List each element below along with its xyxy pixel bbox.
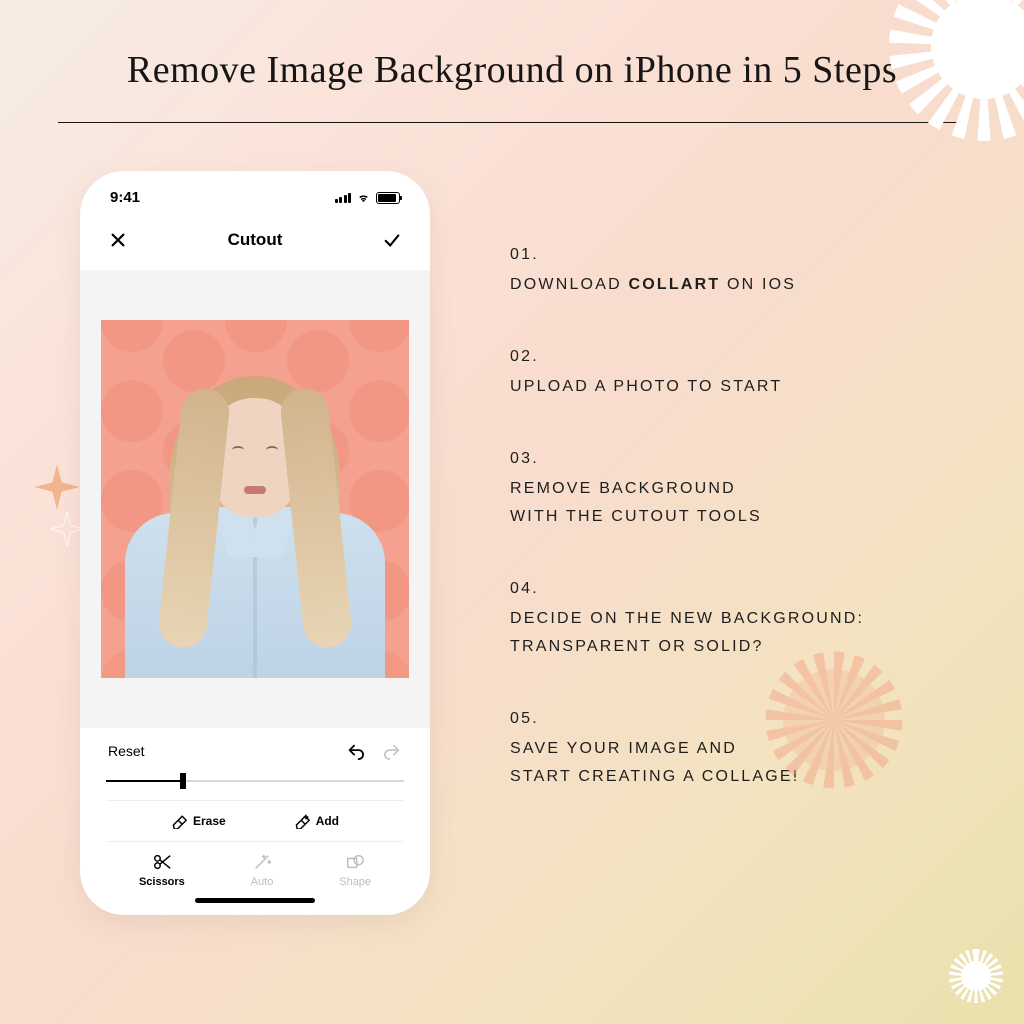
tab-scissors[interactable]: Scissors — [139, 852, 185, 888]
erase-label: Erase — [193, 814, 226, 828]
photo-preview — [101, 320, 409, 678]
tab-auto[interactable]: Auto — [251, 852, 274, 888]
step-03: 03. REMOVE BACKGROUND WITH THE CUTOUT TO… — [510, 445, 966, 531]
magic-wand-icon — [252, 852, 272, 872]
close-icon — [109, 231, 127, 249]
reset-button[interactable]: Reset — [108, 743, 145, 759]
scissors-icon — [152, 852, 172, 872]
decor-sunburst-bottom-right — [956, 956, 996, 996]
screen-title: Cutout — [228, 230, 283, 250]
check-icon — [383, 231, 401, 249]
step-02: 02. UPLOAD A PHOTO TO START — [510, 343, 966, 401]
eraser-icon — [171, 813, 187, 829]
battery-icon — [376, 192, 400, 204]
step-05: 05. SAVE YOUR IMAGE AND START CREATING A… — [510, 705, 966, 791]
brush-size-slider[interactable] — [106, 772, 404, 790]
undo-icon[interactable] — [346, 742, 364, 760]
add-tool[interactable]: Add — [294, 813, 339, 829]
add-label: Add — [316, 814, 339, 828]
tab-scissors-label: Scissors — [139, 876, 185, 888]
tab-shape[interactable]: Shape — [339, 852, 371, 888]
cellular-icon — [335, 192, 352, 203]
slider-thumb[interactable] — [180, 773, 186, 789]
slider-fill — [106, 780, 183, 782]
tab-shape-label: Shape — [339, 876, 371, 888]
redo-icon[interactable] — [384, 742, 402, 760]
phone-mockup: 9:41 Cutout — [80, 171, 430, 915]
shape-icon — [345, 852, 365, 872]
step-01: 01. DOWNLOAD COLLART ON IOS — [510, 241, 966, 299]
status-bar: 9:41 — [96, 185, 414, 212]
page-title: Remove Image Background on iPhone in 5 S… — [0, 0, 1024, 92]
step-04: 04. DECIDE ON THE NEW BACKGROUND: TRANSP… — [510, 575, 966, 661]
erase-tool[interactable]: Erase — [171, 813, 226, 829]
status-time: 9:41 — [110, 189, 140, 206]
tab-auto-label: Auto — [251, 876, 274, 888]
editor-canvas[interactable] — [80, 270, 430, 728]
confirm-button[interactable] — [382, 230, 402, 250]
steps-list: 01. DOWNLOAD COLLART ON IOS 02. UPLOAD A… — [510, 171, 966, 915]
home-indicator — [195, 898, 315, 903]
eraser-add-icon — [294, 813, 310, 829]
wifi-icon — [356, 192, 371, 203]
close-button[interactable] — [108, 230, 128, 250]
